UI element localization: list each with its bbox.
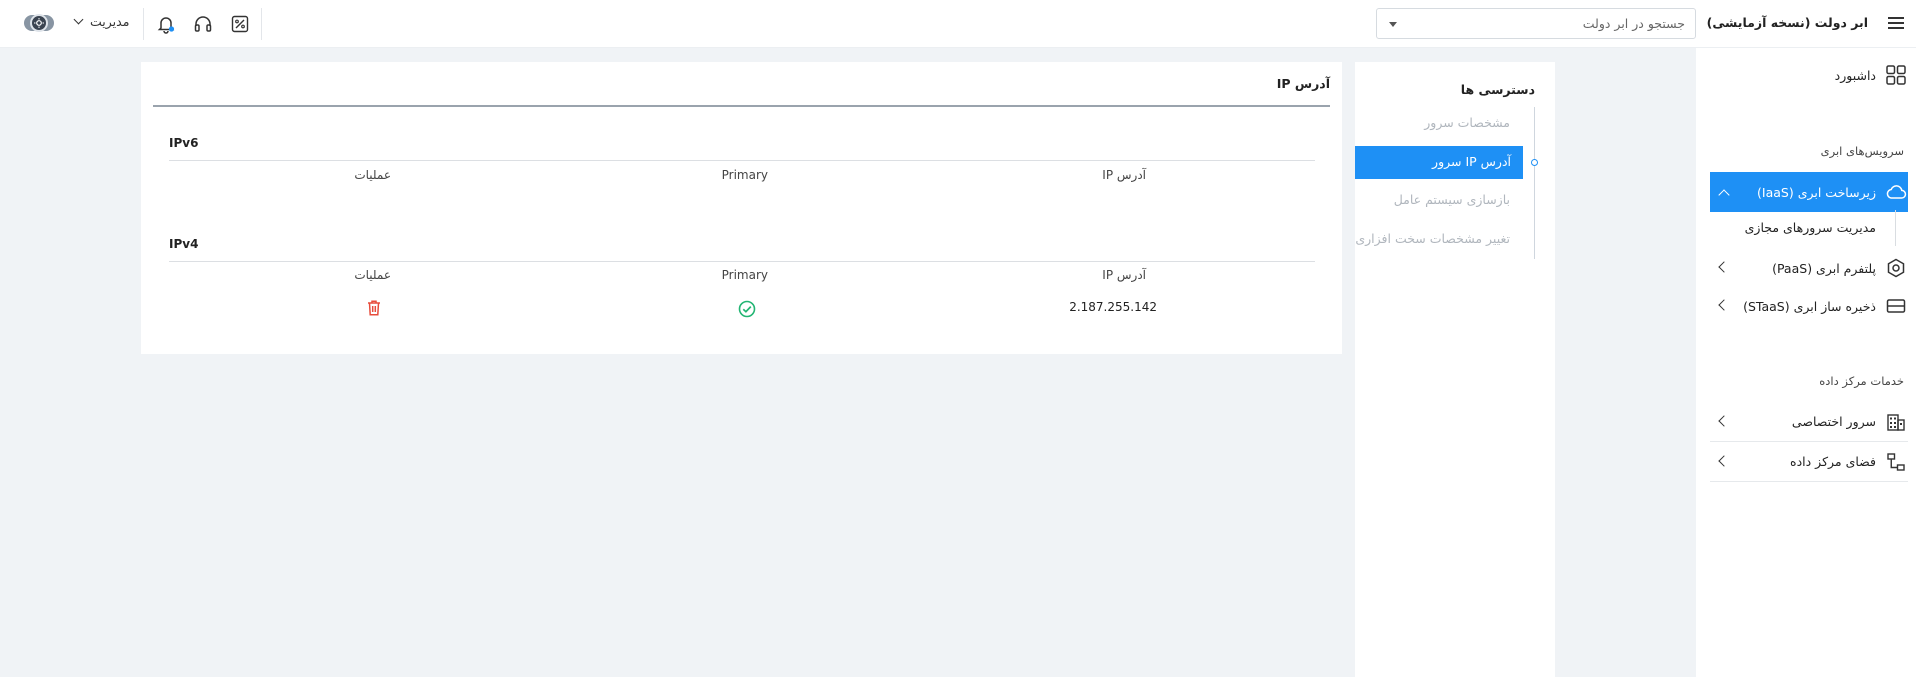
sidebar-item-label: فضای مرکز داده bbox=[1790, 454, 1876, 469]
access-item-server-specs[interactable]: مشخصات سرور bbox=[1424, 115, 1510, 130]
sidebar-subitem-vm-management[interactable]: مدیریت سرورهای مجازی bbox=[1745, 220, 1876, 235]
admin-label: مدیریت bbox=[90, 14, 130, 29]
section-title-cloud: سرویس‌های ابری bbox=[1820, 144, 1904, 158]
divider bbox=[169, 160, 1315, 161]
chevron-left-icon bbox=[1718, 455, 1730, 467]
delete-icon[interactable] bbox=[367, 300, 381, 320]
column-header-primary: Primary bbox=[721, 168, 768, 182]
divider bbox=[143, 8, 144, 40]
ip-address-card: آدرس IP IPv6 آدرس IP Primary عملیات IPv4… bbox=[141, 62, 1342, 354]
submenu-line bbox=[1895, 210, 1896, 246]
app-title: ابر دولت (نسخه آزمایشی) bbox=[1706, 15, 1868, 30]
divider bbox=[153, 105, 1330, 107]
access-title: دسترسی ها bbox=[1460, 82, 1535, 97]
access-item-os-rebuild[interactable]: بازسازی سیستم عامل bbox=[1394, 192, 1510, 207]
sidebar-item-label: سرور اختصاصی bbox=[1791, 414, 1876, 429]
chevron-left-icon bbox=[1718, 261, 1730, 273]
admin-dropdown[interactable]: مدیریت bbox=[73, 14, 130, 29]
sidebar-item-label: پلتفرم ابری (PaaS) bbox=[1772, 260, 1876, 276]
bell-icon[interactable] bbox=[154, 12, 178, 36]
sidebar-item-label: داشبورد bbox=[1834, 67, 1876, 83]
section-title-datacenter: خدمات مرکز داده bbox=[1819, 374, 1904, 388]
divider bbox=[169, 261, 1315, 262]
active-indicator bbox=[1531, 159, 1538, 166]
card-title: آدرس IP bbox=[1276, 76, 1330, 91]
tag-icon[interactable] bbox=[228, 12, 252, 36]
sidebar-item-colocation[interactable]: فضای مرکز داده bbox=[1710, 442, 1908, 482]
access-item-ip-address[interactable]: آدرس IP سرور bbox=[1355, 146, 1523, 179]
chevron-down-icon bbox=[73, 14, 84, 25]
chevron-down-icon[interactable] bbox=[1389, 22, 1397, 27]
chevron-up-icon bbox=[1718, 189, 1730, 201]
platform-icon bbox=[1884, 256, 1908, 280]
menu-icon[interactable] bbox=[1886, 14, 1906, 32]
sidebar-item-paas[interactable]: پلتفرم ابری (PaaS) bbox=[1710, 248, 1908, 288]
headset-icon[interactable] bbox=[191, 12, 215, 36]
chevron-left-icon bbox=[1718, 299, 1730, 311]
top-bar: ابر دولت (نسخه آزمایشی) جستجو در ابر دول… bbox=[0, 0, 1916, 48]
access-item-hardware-change[interactable]: تغییر مشخصات سخت افزاری bbox=[1355, 231, 1510, 246]
ip-value: 2.187.255.142 bbox=[1069, 300, 1157, 314]
column-header-ip: آدرس IP bbox=[1102, 168, 1146, 182]
cloud-icon bbox=[1884, 180, 1908, 204]
ipv6-title: IPv6 bbox=[169, 136, 199, 150]
column-header-actions: عملیات bbox=[354, 268, 391, 282]
sidebar-item-label: زیرساخت ابری (IaaS) bbox=[1757, 184, 1876, 200]
storage-icon bbox=[1884, 294, 1908, 318]
network-icon bbox=[1884, 450, 1908, 474]
check-circle-icon bbox=[738, 300, 756, 322]
sidebar-item-dashboard[interactable]: داشبورد bbox=[1710, 55, 1908, 95]
theme-toggle-icon bbox=[30, 14, 48, 32]
ipv4-title: IPv4 bbox=[169, 237, 199, 251]
divider bbox=[261, 8, 262, 40]
theme-toggle[interactable] bbox=[24, 14, 54, 32]
sidebar-item-iaas[interactable]: زیرساخت ابری (IaaS) bbox=[1710, 172, 1908, 212]
column-header-primary: Primary bbox=[721, 268, 768, 282]
sidebar-item-label: ذخیره ساز ابری (STaaS) bbox=[1743, 298, 1876, 314]
dashboard-icon bbox=[1884, 63, 1908, 87]
access-track bbox=[1533, 107, 1535, 259]
building-icon bbox=[1884, 410, 1908, 434]
sidebar-item-staas[interactable]: ذخیره ساز ابری (STaaS) bbox=[1710, 286, 1908, 326]
search-input[interactable]: جستجو در ابر دولت bbox=[1376, 8, 1696, 39]
column-header-actions: عملیات bbox=[354, 168, 391, 182]
chevron-left-icon bbox=[1718, 415, 1730, 427]
access-item-label: آدرس IP سرور bbox=[1432, 154, 1511, 169]
access-panel: دسترسی ها مشخصات سرور آدرس IP سرور بازسا… bbox=[1355, 62, 1555, 677]
column-header-ip: آدرس IP bbox=[1102, 268, 1146, 282]
search-placeholder: جستجو در ابر دولت bbox=[1582, 16, 1685, 31]
sidebar-item-dedicated-server[interactable]: سرور اختصاصی bbox=[1710, 402, 1908, 442]
sidebar: داشبورد سرویس‌های ابری زیرساخت ابری (Iaa… bbox=[1696, 48, 1916, 677]
